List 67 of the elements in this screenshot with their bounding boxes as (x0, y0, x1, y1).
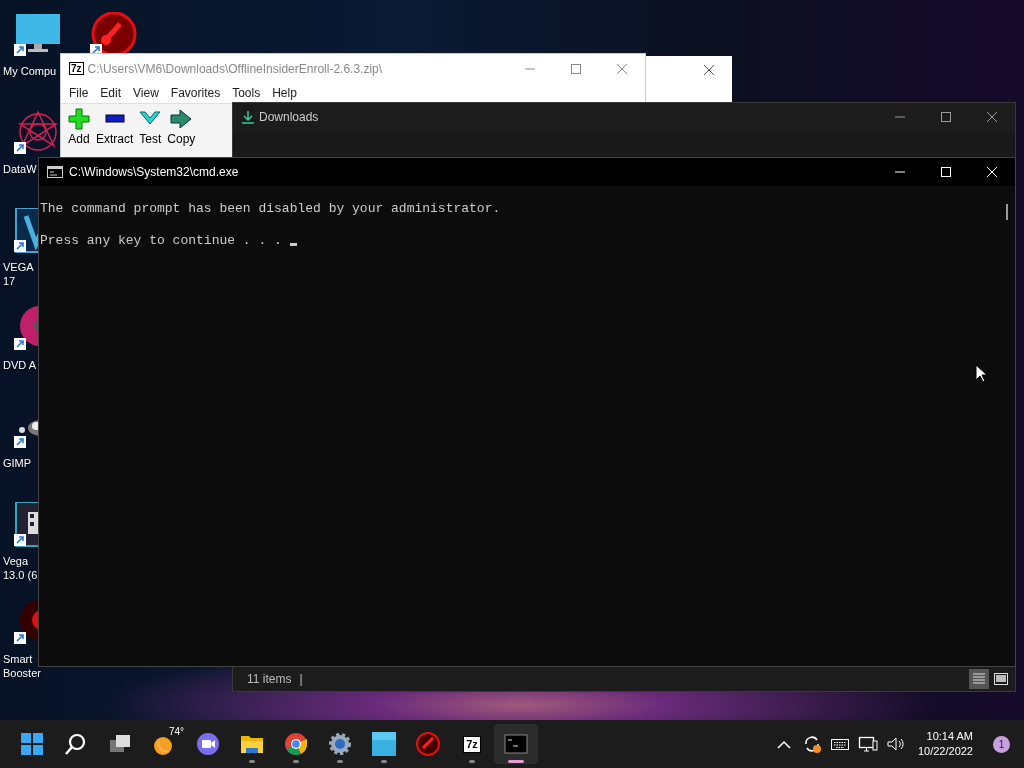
toolbar-button[interactable]: Copy (164, 104, 199, 158)
menu-item[interactable]: Edit (94, 86, 128, 100)
window-title: C:\Users\VM6\Downloads\OfflineInsiderEnroll-2.6.3.zip\ (86, 61, 384, 76)
window-title: Downloads (258, 110, 320, 124)
icon-label: VEGA (2, 260, 34, 274)
disc-icon[interactable] (14, 306, 38, 352)
close-icon (985, 111, 999, 123)
icon-label: 13.0 (6 (2, 568, 38, 582)
toolbar-button[interactable]: Extract (93, 104, 137, 158)
search-icon (64, 732, 88, 756)
scrollbar-thumb[interactable] (1006, 204, 1008, 220)
toolbar-button[interactable]: Test (136, 104, 165, 158)
terminal-icon (504, 732, 528, 756)
icon-label: GIMP (2, 456, 32, 470)
status-divider: | (299, 672, 303, 686)
taskbar-app[interactable]: 74° (142, 724, 186, 764)
console-icon (47, 166, 63, 178)
maximize-icon (939, 166, 953, 178)
app-logo: 7z (463, 735, 481, 753)
window-title: C:\Windows\System32\cmd.exe (68, 165, 240, 179)
icon-label: DVD A (2, 358, 36, 372)
close-icon (615, 62, 629, 75)
taskbar-app[interactable] (494, 724, 538, 764)
gauge-icon (416, 732, 440, 756)
download-icon (241, 110, 255, 124)
arrow-icon (170, 108, 193, 130)
computer-icon[interactable] (14, 12, 60, 58)
menu-item[interactable]: Help (266, 86, 303, 100)
menu-item[interactable]: View (127, 86, 165, 100)
network-icon[interactable] (857, 734, 878, 754)
icon-label: Booster (2, 666, 41, 680)
tile-view-icon (993, 671, 1009, 687)
temperature-label: 74° (168, 726, 184, 737)
mandala-icon[interactable] (14, 110, 60, 156)
gauge-icon[interactable] (90, 12, 138, 53)
menu-item[interactable]: Tools (226, 86, 267, 100)
clock-time: 10:14 AM (926, 729, 973, 744)
menu-item[interactable]: File (63, 86, 95, 100)
mouse-pointer-icon (975, 364, 987, 383)
item-count: 11 items (247, 672, 292, 686)
console-text: Press any key to continue . . . (40, 234, 283, 247)
maximize-icon (569, 62, 583, 75)
close-icon (985, 166, 999, 178)
close-icon (702, 64, 716, 76)
icon-label: Smart (2, 652, 33, 666)
video-chat-icon (196, 732, 220, 756)
gear-icon (328, 732, 352, 756)
console-text: The command prompt has been disabled by your administrator. (40, 202, 501, 215)
maximize-icon (939, 111, 953, 123)
browser-icon (284, 732, 308, 756)
video-editor-icon[interactable] (14, 208, 38, 254)
plus-icon (68, 108, 90, 130)
icon-label: My Compu (2, 64, 57, 78)
list-view-icon (971, 671, 987, 687)
windows-logo-icon (20, 732, 44, 756)
icon-label: 17 (2, 274, 16, 288)
taskbar-app[interactable]: 7z (450, 724, 494, 764)
clock[interactable]: 10:14 AM 10/22/2022 (911, 729, 979, 759)
menu-item[interactable]: Favorites (164, 86, 227, 100)
toolbar-button[interactable]: Add (65, 104, 93, 158)
icon-label: DataW (2, 162, 37, 176)
app-logo: 7z (69, 62, 84, 75)
tile-icon (372, 732, 396, 756)
icon-label: Vega (2, 554, 29, 568)
film-icon[interactable] (14, 502, 38, 548)
notification-badge[interactable]: 1 (993, 735, 1010, 753)
clock-date: 10/22/2022 (917, 744, 973, 759)
